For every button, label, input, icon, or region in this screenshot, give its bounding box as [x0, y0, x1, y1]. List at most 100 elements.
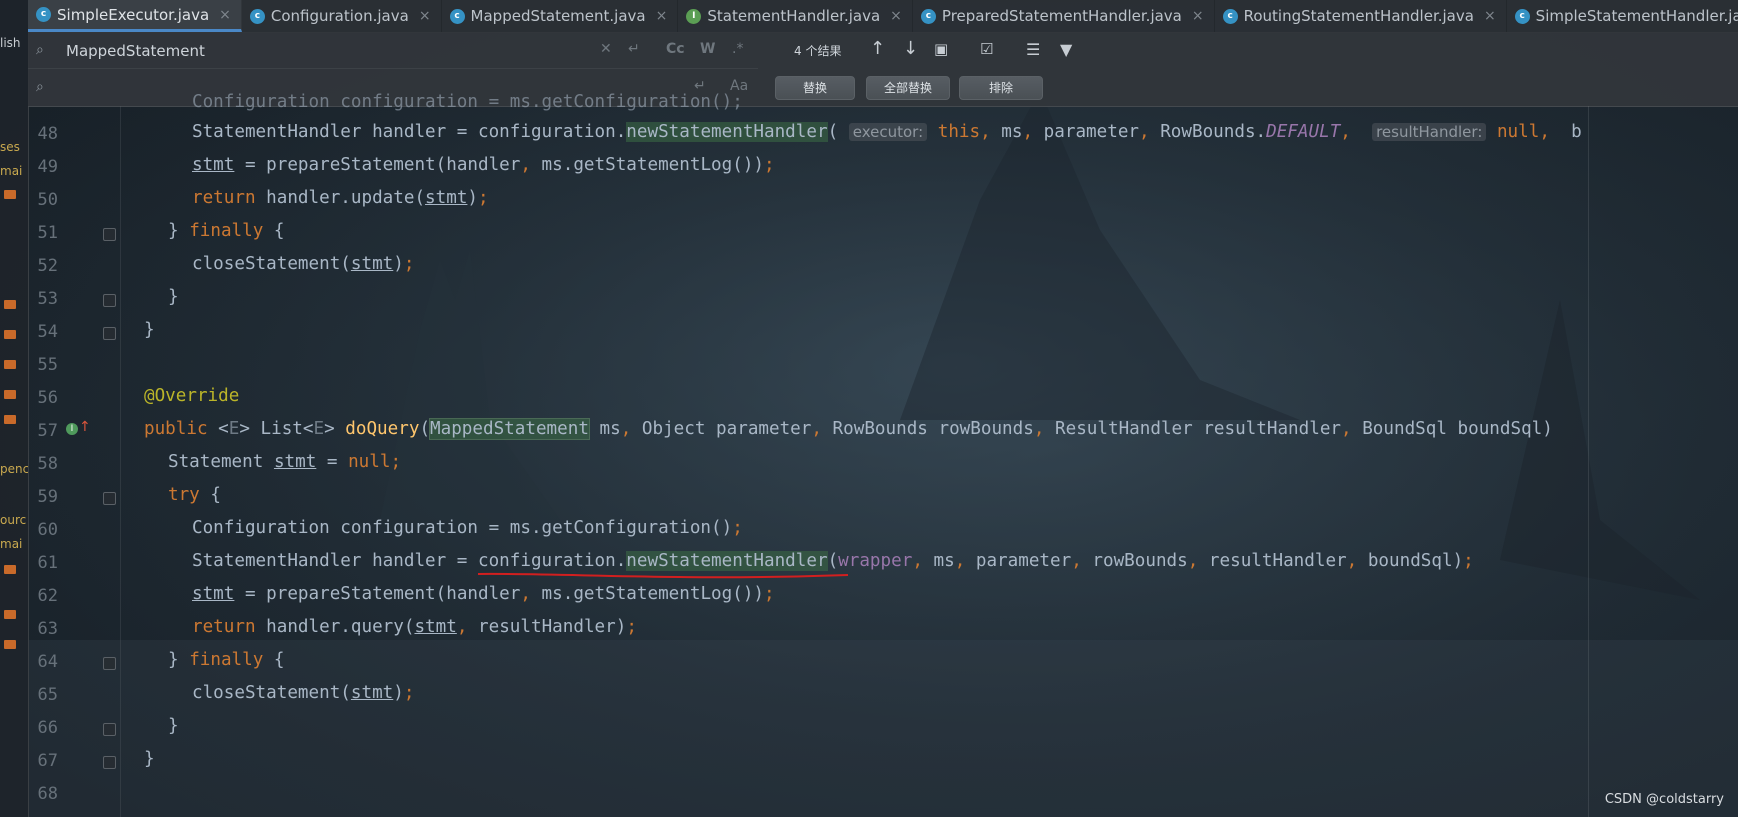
regex-toggle[interactable]: .* [732, 41, 743, 57]
close-icon[interactable]: × [419, 8, 431, 24]
tab-simple-executor[interactable]: c SimpleExecutor.java × [28, 0, 242, 32]
code-line-60: Configuration configuration = ms.getConf… [192, 518, 743, 538]
clear-icon[interactable]: ✕ [600, 41, 612, 57]
line-number: 68 [37, 784, 58, 804]
tab-label: Configuration.java [270, 7, 409, 25]
code-line-52: closeStatement(stmt); [192, 254, 415, 274]
right-margin-guide [1588, 106, 1589, 817]
code-line-67: } [144, 749, 155, 769]
code-line-64: } finally { [168, 650, 285, 670]
folder-icon [4, 190, 16, 199]
tab-prepared-statement-handler[interactable]: c PreparedStatementHandler.java × [913, 0, 1215, 32]
next-occurrence-icon[interactable]: ↓ [903, 38, 918, 59]
match-case-toggle[interactable]: Cc [666, 41, 685, 57]
search-icon[interactable]: ⌕ [36, 79, 44, 95]
replace-all-button[interactable]: 全部替换 [866, 76, 950, 100]
override-arrow-icon[interactable]: ↑ [79, 419, 91, 435]
exclude-button[interactable]: 排除 [959, 76, 1043, 100]
close-icon[interactable]: × [219, 7, 231, 23]
close-icon[interactable]: × [1192, 8, 1204, 24]
code-line-57: public <E> List<E> doQuery(MappedStateme… [144, 418, 1553, 440]
class-icon: c [1222, 8, 1238, 24]
tab-routing-statement-handler[interactable]: c RoutingStatementHandler.java × [1215, 0, 1507, 32]
line-number: 56 [37, 388, 58, 408]
find-row: ⌕ ✕ ↵ Cc W .* [28, 32, 758, 69]
watermark: CSDN @coldstarry [1604, 792, 1724, 807]
class-icon: c [1514, 8, 1530, 24]
fold-marker[interactable] [103, 723, 116, 736]
folder-icon [4, 390, 16, 399]
find-input[interactable] [64, 41, 468, 61]
line-number: 64 [37, 652, 58, 672]
tab-mapped-statement[interactable]: c MappedStatement.java × [442, 0, 679, 32]
new-line-icon[interactable]: ↵ [628, 41, 640, 57]
previous-occurrence-icon[interactable]: ↑ [870, 38, 885, 59]
search-icon[interactable]: ⌕ [36, 42, 44, 58]
line-number: 62 [37, 586, 58, 606]
code-line-58: Statement stmt = null; [168, 452, 402, 472]
filter-options-icon[interactable]: ☰ [1026, 40, 1040, 59]
tab-statement-handler[interactable]: I StatementHandler.java × [678, 0, 913, 32]
line-number: 57 [37, 421, 58, 441]
line-number: 66 [37, 718, 58, 738]
fold-marker[interactable] [103, 294, 116, 307]
project-tree-label: ourc [0, 513, 27, 527]
results-count: 4 个结果 [794, 44, 842, 58]
class-icon: c [249, 8, 265, 24]
line-number: 48 [37, 124, 58, 144]
tab-label: MappedStatement.java [470, 7, 646, 25]
line-number: 50 [37, 190, 58, 210]
line-number: 67 [37, 751, 58, 771]
line-number: 60 [37, 520, 58, 540]
line-number: 53 [37, 289, 58, 309]
code-line-51: } finally { [168, 221, 285, 241]
fold-marker[interactable] [103, 492, 116, 505]
fold-marker[interactable] [103, 657, 116, 670]
replace-button[interactable]: 替换 [775, 76, 855, 100]
fold-marker[interactable] [103, 228, 116, 241]
code-line-65: closeStatement(stmt); [192, 683, 415, 703]
words-toggle[interactable]: W [700, 41, 715, 57]
code-line-63: return handler.query(stmt, resultHandler… [192, 617, 637, 637]
editor-tab-bar: c SimpleExecutor.java × c Configuration.… [28, 0, 1738, 33]
class-icon: c [36, 7, 51, 22]
project-tree-label: mai [0, 164, 23, 178]
line-number: 49 [37, 157, 58, 177]
code-editor[interactable]: Configuration configuration = ms.getConf… [28, 92, 1738, 817]
line-number: 63 [37, 619, 58, 639]
close-icon[interactable]: × [1484, 8, 1496, 24]
folder-icon [4, 360, 16, 369]
project-panel-strip[interactable]: lish ses mai penc ourc mai [0, 0, 29, 817]
code-line-62: stmt = prepareStatement(handler, ms.getS… [192, 584, 775, 604]
fold-marker[interactable] [103, 756, 116, 769]
tab-label: StatementHandler.java [707, 7, 881, 25]
line-number: 59 [37, 487, 58, 507]
project-tree-label: mai [0, 537, 23, 551]
code-line-54: } [144, 320, 155, 340]
line-number: 52 [37, 256, 58, 276]
close-icon[interactable]: × [656, 8, 668, 24]
folder-icon [4, 300, 16, 309]
param-hint-executor: executor: [848, 123, 928, 141]
code-line-50: return handler.update(stmt); [192, 188, 489, 208]
folder-icon [4, 640, 16, 649]
class-icon: c [920, 8, 936, 24]
code-line-59: try { [168, 485, 221, 505]
project-tree-label: ses [0, 140, 20, 154]
tab-simple-statement-handler[interactable]: c SimpleStatementHandler.java [1507, 0, 1738, 32]
fold-marker[interactable] [103, 327, 116, 340]
line-number: 61 [37, 553, 58, 573]
tab-label: PreparedStatementHandler.java [941, 7, 1182, 25]
implementing-method-icon[interactable]: I [66, 423, 78, 435]
project-tree-label: penc [0, 462, 28, 476]
interface-icon: I [686, 8, 702, 24]
select-occurrences-icon[interactable]: ☑ [980, 40, 993, 58]
line-number: 51 [37, 223, 58, 243]
code-line-53: } [168, 287, 179, 307]
close-icon[interactable]: × [890, 8, 902, 24]
filter-icon[interactable]: ▼ [1060, 40, 1072, 59]
tab-configuration[interactable]: c Configuration.java × [242, 0, 442, 32]
line-number: 54 [37, 322, 58, 342]
class-icon: c [449, 8, 465, 24]
select-all-occurrences-icon[interactable]: ▣ [934, 40, 948, 58]
